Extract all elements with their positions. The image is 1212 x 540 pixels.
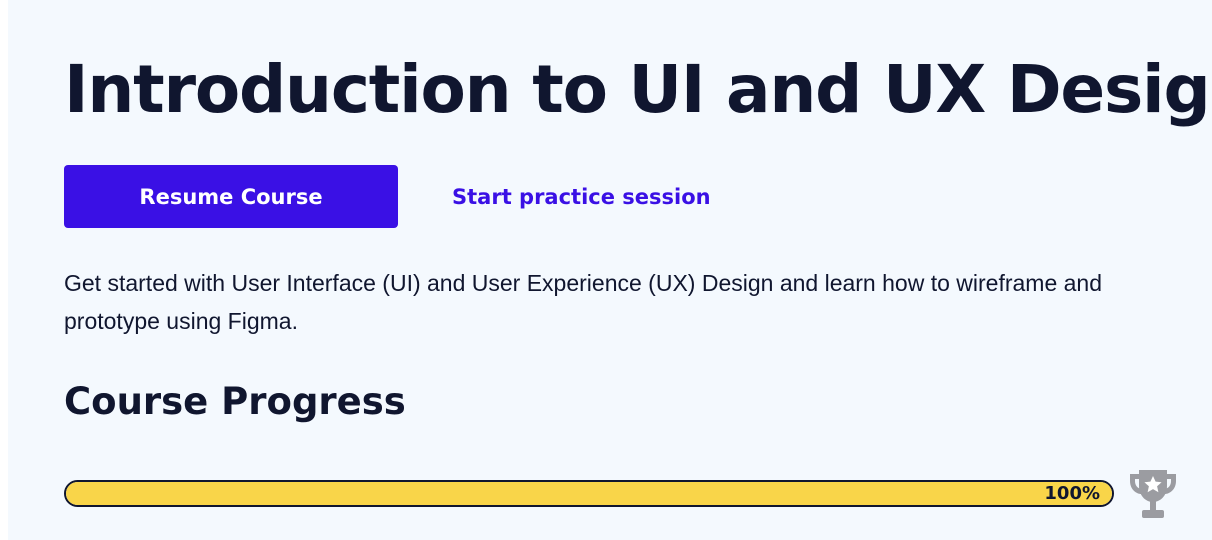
progress-percent-label: 100%: [1044, 483, 1100, 504]
trophy-icon: [1130, 470, 1176, 518]
course-progress-heading: Course Progress: [64, 380, 406, 423]
course-title: Introduction to UI and UX Design: [64, 51, 1212, 128]
course-actions: Resume Course Start practice session: [64, 165, 711, 228]
progress-bar: 100%: [64, 480, 1114, 507]
progress-bar-fill: [66, 482, 1112, 505]
resume-course-button[interactable]: Resume Course: [64, 165, 398, 228]
course-description: Get started with User Interface (UI) and…: [64, 270, 1102, 334]
start-practice-session-link[interactable]: Start practice session: [452, 185, 711, 209]
course-progress-row: 100%: [64, 466, 1184, 522]
course-overview-panel: Introduction to UI and UX Design Resume …: [8, 0, 1212, 540]
